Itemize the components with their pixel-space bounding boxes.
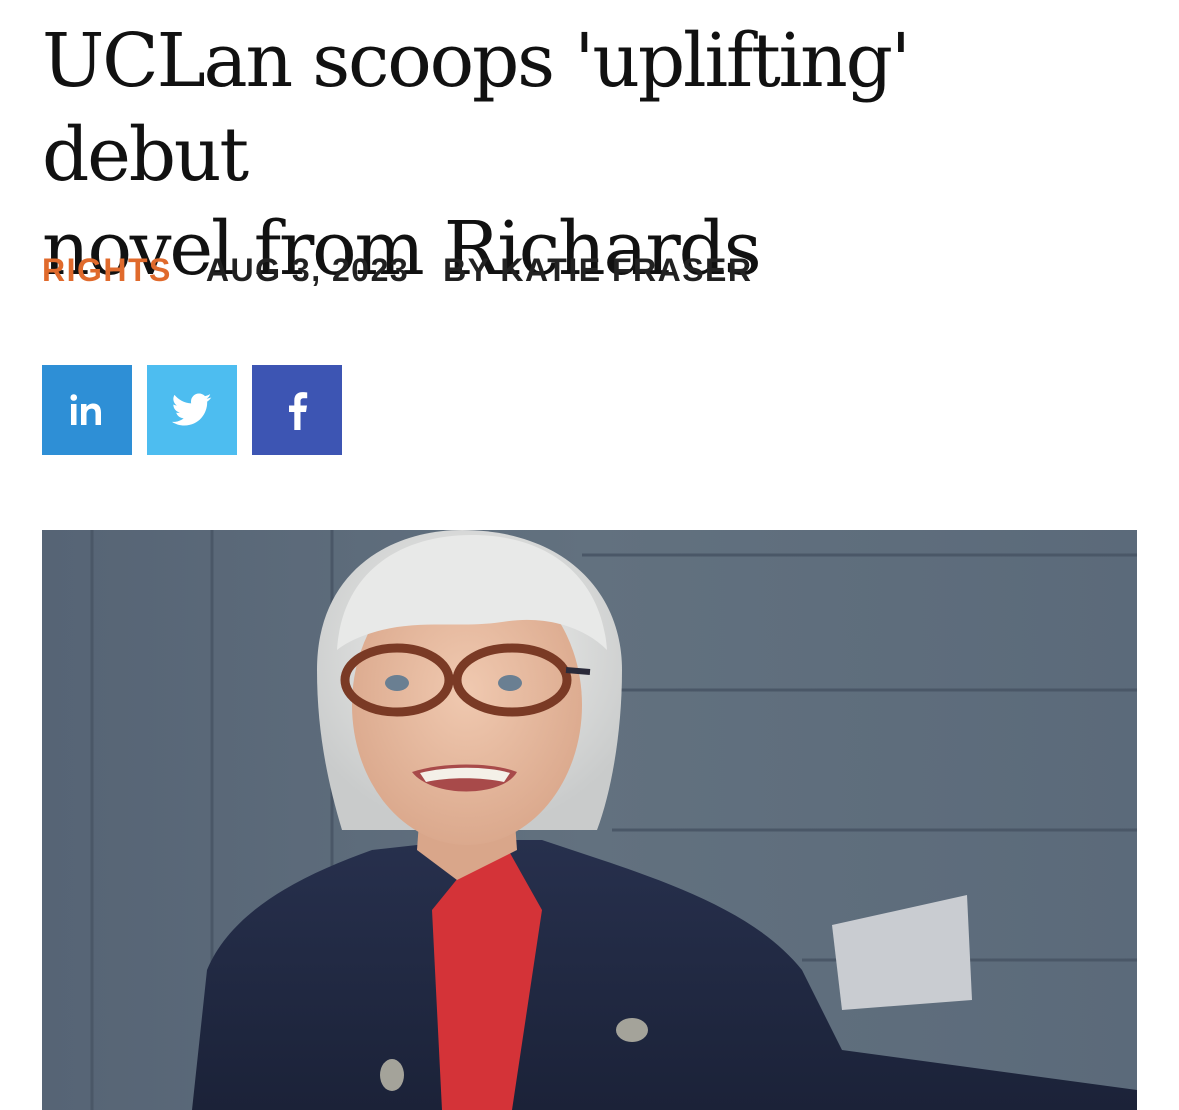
category-link[interactable]: RIGHTS	[42, 252, 172, 289]
hero-image	[42, 530, 1137, 1110]
publish-date: AUG 3, 2023	[205, 251, 410, 288]
share-bar	[42, 365, 342, 455]
twitter-icon	[172, 393, 212, 426]
facebook-icon	[289, 392, 308, 430]
linkedin-icon	[70, 394, 101, 425]
author-portrait-image	[42, 530, 1137, 1110]
article-meta: RIGHTS AUG 3, 2023 BY KATIE FRASER	[42, 250, 753, 290]
facebook-share-button[interactable]	[252, 365, 342, 455]
headline-line-1: UCLan scoops 'uplifting' debut	[42, 18, 911, 198]
twitter-share-button[interactable]	[147, 365, 237, 455]
author-byline[interactable]: BY KATIE FRASER	[443, 252, 752, 289]
linkedin-share-button[interactable]	[42, 365, 132, 455]
